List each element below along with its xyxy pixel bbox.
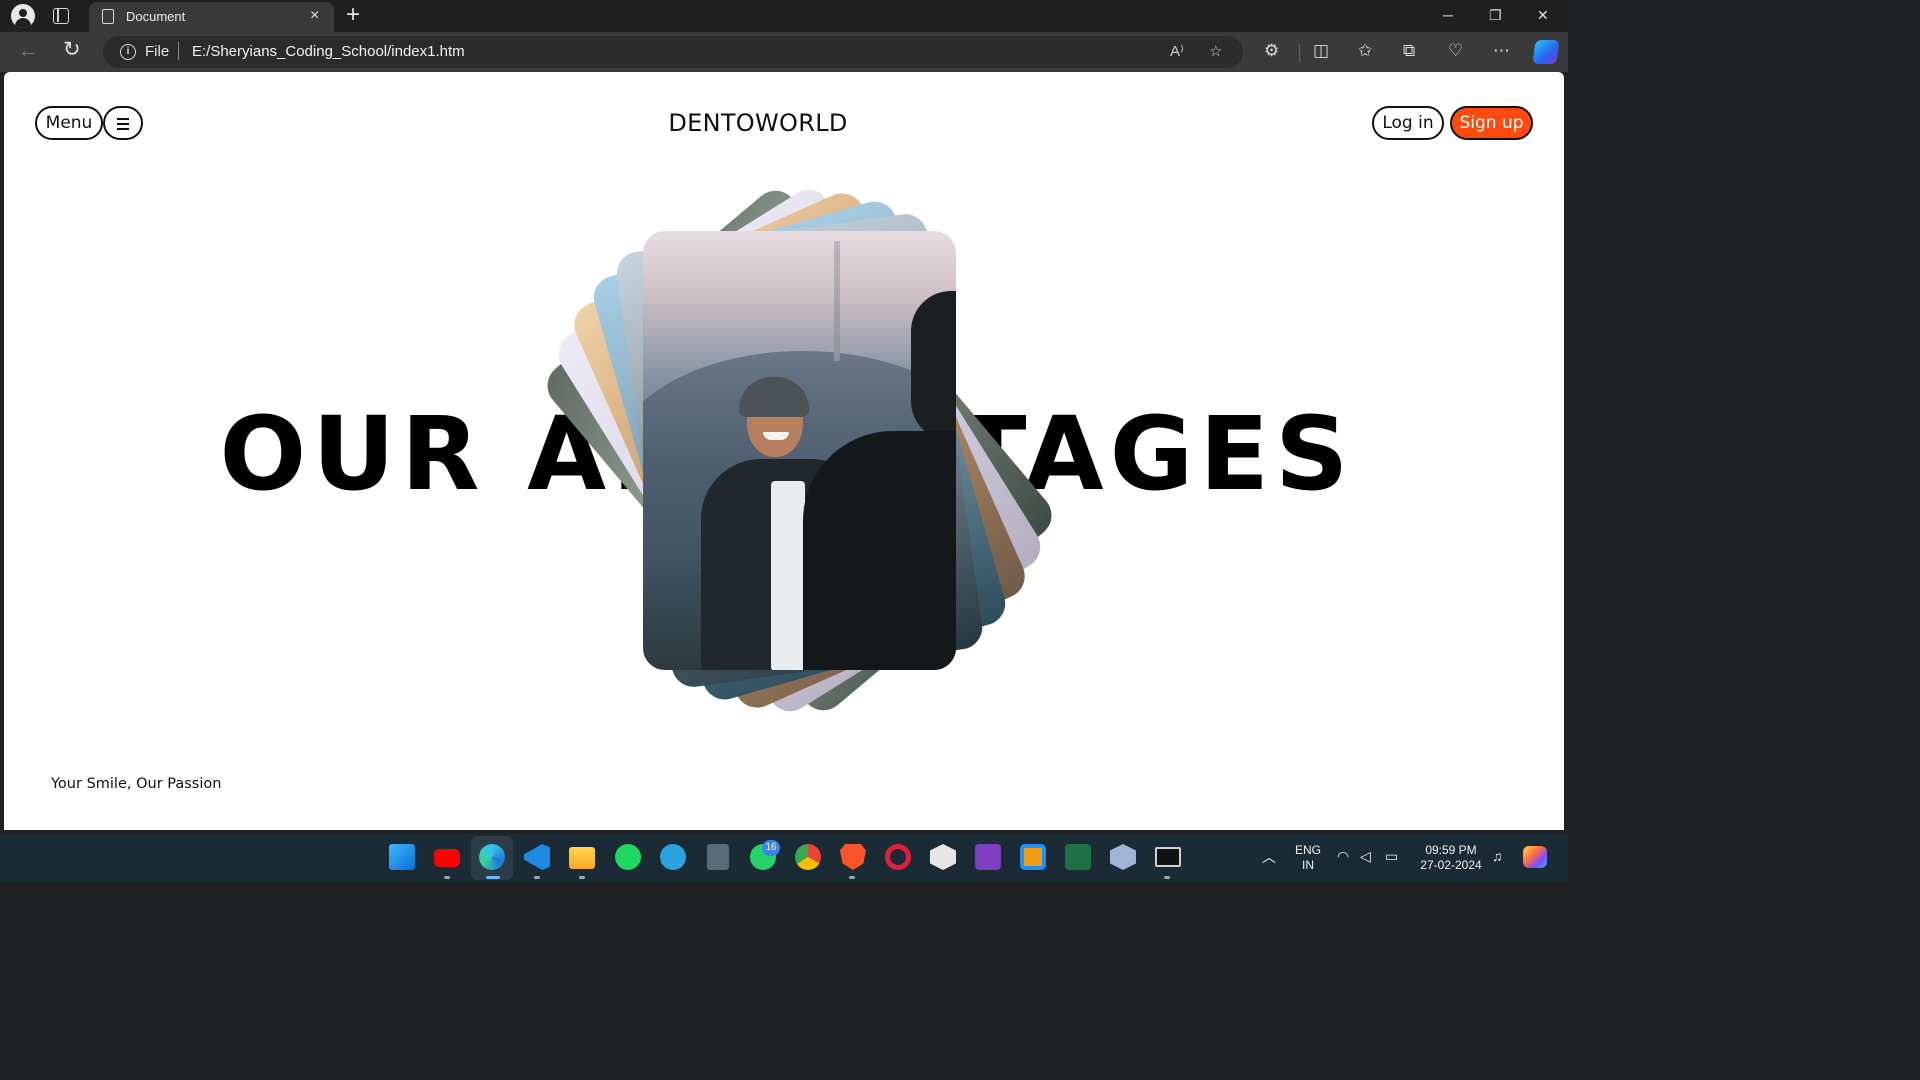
virtualbox-icon[interactable]	[1020, 844, 1046, 870]
signup-button[interactable]: Sign up	[1450, 106, 1533, 140]
clock-time: 09:59 PM	[1425, 843, 1477, 857]
browser-toolbar: ← ↻ i File E:/Sheryians_Coding_School/in…	[0, 32, 1568, 72]
youtube-icon[interactable]	[434, 849, 460, 867]
tab-close-icon[interactable]: ×	[310, 7, 319, 25]
wifi-icon[interactable]: ◠	[1337, 848, 1349, 864]
featured-photo-card	[643, 231, 956, 670]
clock[interactable]: 09:59 PM 27-02-2024	[1414, 843, 1488, 873]
browser-tab[interactable]: Document ×	[89, 2, 334, 32]
restore-icon[interactable]: ❐	[1489, 6, 1502, 24]
region-code: IN	[1302, 858, 1314, 872]
unity-icon[interactable]	[930, 844, 956, 870]
extensions-icon[interactable]: ⚙	[1264, 40, 1279, 62]
3d-viewer-icon[interactable]	[1110, 844, 1136, 870]
minimize-icon[interactable]: ─	[1443, 6, 1453, 24]
excel-icon[interactable]	[1065, 844, 1091, 870]
battery-icon[interactable]: ▭	[1385, 848, 1398, 864]
window-close-icon[interactable]: ✕	[1537, 6, 1549, 24]
edge-icon[interactable]	[479, 844, 505, 870]
language-indicator[interactable]: ENG IN	[1291, 843, 1325, 873]
show-hidden-icons-icon[interactable]: ︿	[1262, 849, 1276, 865]
telegram-icon[interactable]	[660, 844, 686, 870]
notifications-bell-icon[interactable]: ♫	[1492, 848, 1503, 864]
running-indicator	[486, 876, 500, 879]
running-indicator	[849, 876, 855, 879]
onenote-icon[interactable]	[975, 844, 1001, 870]
favorite-star-icon[interactable]: ☆	[1209, 42, 1222, 60]
terminal-icon[interactable]	[1155, 847, 1181, 867]
tagline: Your Smile, Our Passion	[51, 776, 222, 792]
site-info-icon[interactable]: i	[120, 44, 136, 60]
spotify-icon[interactable]	[615, 844, 641, 870]
brave-icon[interactable]	[840, 844, 866, 870]
reload-icon[interactable]: ↻	[63, 39, 81, 61]
favorites-icon[interactable]: ✩	[1358, 40, 1372, 62]
running-indicator	[534, 876, 540, 879]
tab-actions-icon[interactable]	[53, 8, 69, 24]
running-indicator	[444, 876, 450, 879]
profile-avatar-icon[interactable]	[11, 4, 35, 28]
brand-title: DENTOWORLD	[668, 109, 848, 137]
copilot-icon[interactable]	[1532, 40, 1560, 64]
collections-icon[interactable]: ⧉	[1403, 40, 1415, 62]
toolbar-divider	[1299, 44, 1300, 62]
login-button[interactable]: Log in	[1372, 106, 1444, 140]
language-code: ENG	[1294, 843, 1321, 857]
document-icon	[102, 9, 114, 24]
copilot-taskbar-icon[interactable]	[1523, 846, 1547, 868]
chrome-icon[interactable]	[795, 844, 821, 870]
browser-tab-bar: Document × + ─ ❐ ✕	[0, 0, 1568, 32]
calculator-icon[interactable]	[707, 844, 729, 870]
windows-taskbar	[0, 834, 1568, 882]
clock-date: 27-02-2024	[1420, 858, 1482, 872]
more-options-icon[interactable]: ⋯	[1493, 40, 1510, 62]
read-aloud-icon[interactable]: A⁾	[1170, 42, 1184, 60]
running-indicator	[1164, 876, 1170, 879]
address-url[interactable]: E:/Sheryians_Coding_School/index1.htm	[192, 43, 465, 60]
tab-title: Document	[126, 9, 186, 24]
running-indicator	[579, 876, 585, 879]
start-windows-icon[interactable]	[389, 844, 415, 870]
whatsapp-badge: 16	[762, 840, 780, 856]
address-divider	[178, 42, 179, 60]
new-tab-icon[interactable]: +	[346, 2, 360, 28]
split-screen-icon[interactable]: ◫	[1313, 40, 1329, 62]
file-explorer-icon[interactable]	[569, 847, 595, 869]
back-arrow-icon[interactable]: ←	[18, 40, 38, 62]
address-bar[interactable]: i File E:/Sheryians_Coding_School/index1…	[103, 36, 1243, 68]
page-viewport: Menu DENTOWORLD Log in Sign up OUR ADVAN…	[4, 72, 1564, 830]
vscode-icon[interactable]	[524, 844, 550, 870]
volume-icon[interactable]: ◁	[1360, 848, 1371, 864]
address-scheme: File	[145, 43, 170, 60]
opera-icon[interactable]	[885, 844, 911, 870]
browser-essentials-icon[interactable]: ♡	[1448, 40, 1463, 62]
